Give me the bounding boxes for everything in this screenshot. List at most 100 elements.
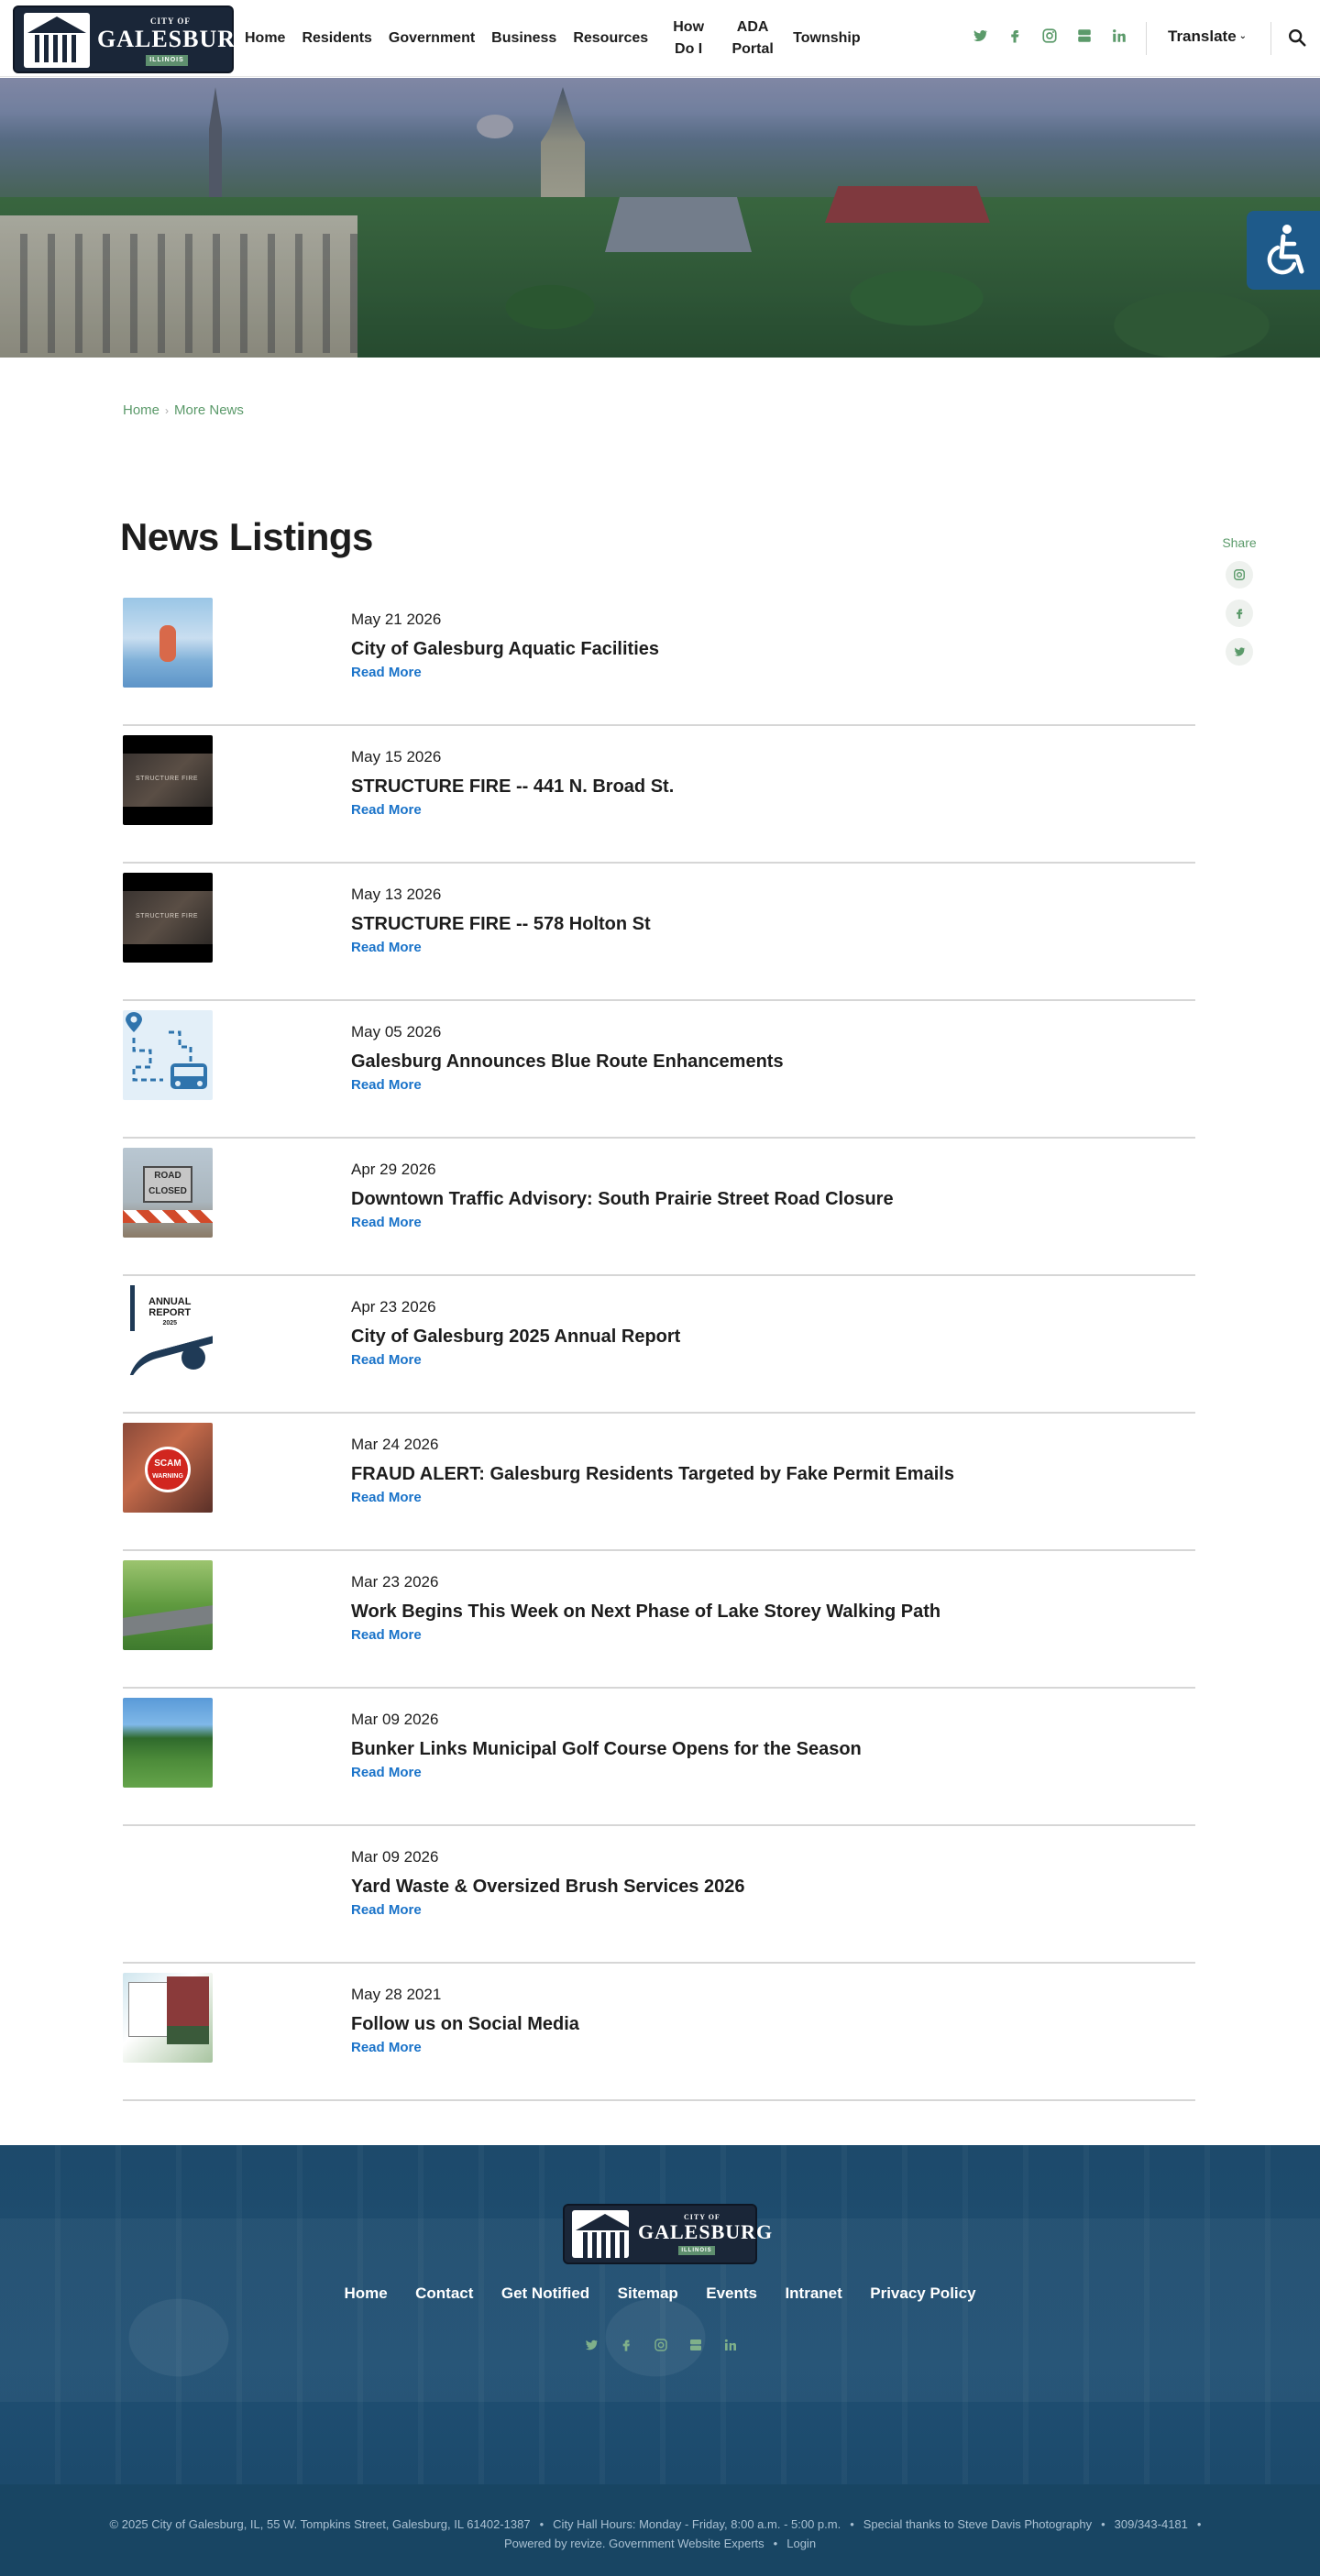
news-thumbnail[interactable] [123, 598, 213, 688]
footer-logo[interactable]: CITY OF GALESBURG ILLINOIS [563, 2204, 772, 2264]
news-title[interactable]: Galesburg Announces Blue Route Enhanceme… [351, 1051, 784, 1073]
share-instagram-icon[interactable] [1226, 561, 1253, 589]
news-title[interactable]: STRUCTURE FIRE -- 578 Holton St [351, 914, 651, 935]
city-hall-logo-icon [24, 13, 90, 68]
facebook-icon[interactable] [1006, 28, 1023, 46]
read-more-link[interactable]: Read More [351, 1352, 422, 1368]
read-more-link[interactable]: Read More [351, 802, 422, 818]
scam-line-1: SCAM [154, 1459, 182, 1469]
nav-government[interactable]: Government [380, 28, 483, 50]
nav-township[interactable]: Township [785, 28, 868, 50]
read-more-link[interactable]: Read More [351, 1077, 422, 1093]
copyright-text: © 2025 City of Galesburg, IL, 55 W. Tomp… [109, 2517, 531, 2531]
read-more-link[interactable]: Read More [351, 1627, 422, 1643]
instagram-icon[interactable] [1041, 28, 1058, 46]
news-title[interactable]: City of Galesburg 2025 Annual Report [351, 1327, 680, 1348]
footer-link-intranet[interactable]: Intranet [785, 2284, 842, 2303]
thumb-panel [167, 2026, 209, 2044]
nav-residents[interactable]: Residents [293, 28, 380, 50]
news-date: Mar 09 2026 [351, 1848, 439, 1866]
breadcrumb-home[interactable]: Home [123, 402, 160, 418]
read-more-link[interactable]: Read More [351, 2040, 422, 2055]
read-more-link[interactable]: Read More [351, 665, 422, 680]
news-title[interactable]: Downtown Traffic Advisory: South Prairie… [351, 1189, 894, 1210]
twitter-icon[interactable] [972, 28, 988, 46]
translate-dropdown[interactable]: Translate ⌄ [1168, 28, 1247, 46]
news-date: Apr 29 2026 [351, 1161, 436, 1178]
news-item[interactable]: Mar 09 2026 Bunker Links Municipal Golf … [123, 1689, 1195, 1826]
read-more-link[interactable]: Read More [351, 1215, 422, 1230]
news-item[interactable]: ANNUAL REPORT 2025 Apr 23 2026 City of G… [123, 1276, 1195, 1414]
news-item[interactable]: May 28 2021 Follow us on Social Media Re… [123, 1964, 1195, 2101]
search-icon[interactable] [1287, 28, 1309, 50]
thanks-link[interactable]: Special thanks to Steve Davis Photograph… [864, 2517, 1092, 2531]
news-date: May 21 2026 [351, 611, 442, 628]
breadcrumb-current[interactable]: More News [174, 402, 244, 418]
news-title[interactable]: Bunker Links Municipal Golf Course Opens… [351, 1739, 862, 1760]
news-item[interactable]: SCAM WARNING Mar 24 2026 FRAUD ALERT: Ga… [123, 1414, 1195, 1551]
sign-line-2: CLOSED [148, 1186, 187, 1196]
scam-line-2: WARNING [152, 1473, 183, 1480]
youtube-icon[interactable] [688, 2338, 704, 2356]
news-item[interactable]: May 05 2026 Galesburg Announces Blue Rou… [123, 1001, 1195, 1139]
twitter-icon[interactable] [583, 2338, 600, 2356]
news-item[interactable]: ROAD CLOSED Apr 29 2026 Downtown Traffic … [123, 1139, 1195, 1276]
news-thumbnail[interactable]: STRUCTURE FIRE [123, 873, 213, 963]
footer-link-get-notified[interactable]: Get Notified [501, 2284, 589, 2303]
nav-resources[interactable]: Resources [565, 28, 656, 50]
youtube-icon[interactable] [1076, 28, 1093, 46]
linkedin-icon[interactable] [722, 2338, 739, 2356]
news-thumbnail[interactable]: ROAD CLOSED [123, 1148, 213, 1238]
footer-link-contact[interactable]: Contact [415, 2284, 473, 2303]
news-thumbnail[interactable]: STRUCTURE FIRE [123, 735, 213, 825]
instagram-icon[interactable] [653, 2338, 669, 2356]
sign-line-1: ROAD [154, 1171, 182, 1181]
news-thumbnail[interactable]: ANNUAL REPORT 2025 [123, 1285, 213, 1375]
news-item[interactable]: Mar 23 2026 Work Begins This Week on Nex… [123, 1551, 1195, 1689]
nav-business[interactable]: Business [483, 28, 565, 50]
chevron-right-icon: › [165, 404, 170, 417]
news-thumbnail[interactable]: SCAM WARNING [123, 1423, 213, 1513]
footer-link-privacy-policy[interactable]: Privacy Policy [870, 2284, 975, 2303]
nav-how-do-i[interactable]: How Do I [656, 17, 720, 61]
footer-link-sitemap[interactable]: Sitemap [618, 2284, 678, 2303]
report-bar [130, 1285, 135, 1331]
news-title[interactable]: Follow us on Social Media [351, 2014, 579, 2035]
news-thumbnail[interactable] [123, 1698, 213, 1788]
nav-ada-portal[interactable]: ADA Portal [720, 17, 785, 61]
nav-home[interactable]: Home [236, 28, 293, 50]
share-twitter-icon[interactable] [1226, 638, 1253, 666]
news-thumbnail[interactable] [123, 1010, 213, 1100]
read-more-link[interactable]: Read More [351, 1765, 422, 1780]
news-thumbnail[interactable] [123, 1560, 213, 1650]
news-date: Mar 24 2026 [351, 1436, 439, 1453]
logo-state-badge: ILLINOIS [678, 2246, 715, 2255]
read-more-link[interactable]: Read More [351, 1490, 422, 1505]
news-item[interactable]: May 21 2026 City of Galesburg Aquatic Fa… [123, 589, 1195, 726]
powered-by-link[interactable]: Powered by revize. Government Website Ex… [504, 2537, 764, 2550]
thumb-caption: STRUCTURE FIRE [136, 776, 199, 782]
phone-link[interactable]: 309/343-4181 [1115, 2517, 1188, 2531]
footer-link-home[interactable]: Home [344, 2284, 387, 2303]
read-more-link[interactable]: Read More [351, 940, 422, 955]
news-item[interactable]: STRUCTURE FIRE May 15 2026 STRUCTURE FIR… [123, 726, 1195, 864]
linkedin-icon[interactable] [1111, 28, 1128, 46]
news-title[interactable]: Work Begins This Week on Next Phase of L… [351, 1602, 940, 1623]
news-item[interactable]: Mar 09 2026 Yard Waste & Oversized Brush… [123, 1826, 1195, 1964]
city-logo[interactable]: CITY OF GALESBURG ILLINOIS [13, 6, 254, 73]
accessibility-button[interactable] [1247, 211, 1320, 290]
news-title[interactable]: City of Galesburg Aquatic Facilities [351, 639, 659, 660]
footer-link-events[interactable]: Events [706, 2284, 757, 2303]
read-more-link[interactable]: Read More [351, 1902, 422, 1918]
login-link[interactable]: Login [786, 2537, 816, 2550]
news-title[interactable]: FRAUD ALERT: Galesburg Residents Targete… [351, 1464, 954, 1485]
news-thumbnail[interactable] [123, 1973, 213, 2063]
news-title[interactable]: STRUCTURE FIRE -- 441 N. Broad St. [351, 776, 674, 798]
news-item[interactable]: STRUCTURE FIRE May 13 2026 STRUCTURE FIR… [123, 864, 1195, 1001]
share-facebook-icon[interactable] [1226, 600, 1253, 627]
main-nav: Home Residents Government Business Resou… [236, 0, 869, 77]
news-date: May 15 2026 [351, 748, 442, 765]
facebook-icon[interactable] [618, 2338, 634, 2356]
share-panel: Share [1208, 535, 1270, 677]
news-title[interactable]: Yard Waste & Oversized Brush Services 20… [351, 1877, 744, 1898]
